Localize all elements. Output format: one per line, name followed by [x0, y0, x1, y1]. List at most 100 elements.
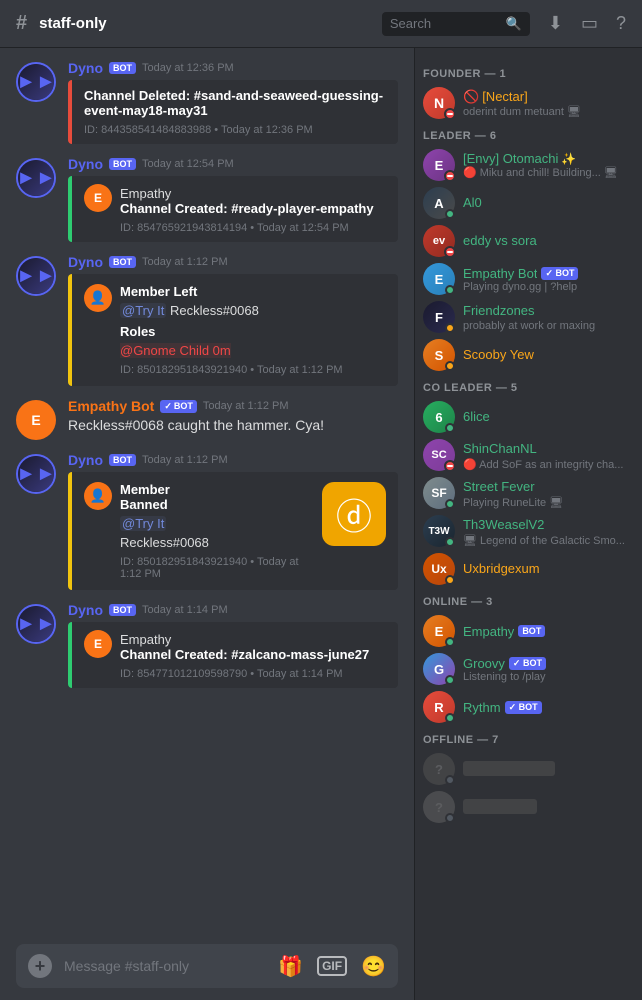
member-info: Empathy BOT [463, 624, 634, 639]
sidebar-member[interactable]: R Rythm ✓ BOT [415, 688, 642, 726]
sidebar-member[interactable]: G Groovy ✓ BOT Listening to /play [415, 650, 642, 688]
members-sidebar: FOUNDER — 1 N 🚫 [Nectar] oderint dum met… [414, 48, 642, 1000]
member-avatar-wrap: ev [423, 225, 455, 257]
download-icon[interactable]: ⬇ [548, 13, 563, 34]
message-author[interactable]: Dyno [68, 156, 103, 172]
embed-label: Empathy [120, 632, 386, 647]
embed-event-title: Member Left [120, 284, 386, 299]
sidebar-member[interactable]: T3W Th3WeaselV2 🖥 Legend of the Galactic… [415, 512, 642, 550]
message-header: Dyno BOT Today at 1:12 PM [68, 452, 398, 468]
gif-button[interactable]: GIF [317, 956, 347, 976]
message-content: Dyno BOT Today at 12:54 PM E Empathy Cha… [68, 156, 398, 242]
message-content: Dyno BOT Today at 12:36 PM Channel Delet… [68, 60, 398, 144]
message-author[interactable]: Dyno [68, 602, 103, 618]
message-author[interactable]: Empathy Bot [68, 398, 154, 414]
sidebar-section-header: ONLINE — 3 [415, 588, 642, 612]
member-activity: Playing dyno.gg | ?help [463, 281, 634, 293]
sidebar-member[interactable]: SC ShinChanNL 🔴 Add SoF as an integrity … [415, 436, 642, 474]
sidebar-member[interactable]: E Empathy BOT [415, 612, 642, 650]
member-avatar-wrap: Ux [423, 553, 455, 585]
message-author[interactable]: Dyno [68, 254, 103, 270]
status-online-indicator [445, 537, 455, 547]
member-info: Th3WeaselV2 🖥 Legend of the Galactic Smo… [463, 516, 634, 547]
sidebar-member[interactable]: SF Street Fever Playing RuneLite 🖥 [415, 474, 642, 512]
sidebar-member[interactable]: A Al0 [415, 184, 642, 222]
status-offline-indicator [445, 813, 455, 823]
embed-inner: 👤 Member Left @Try It Reckless#0068 Role… [84, 284, 386, 376]
member-info: Friendzones probably at work or maxing [463, 302, 634, 332]
status-idle-indicator [445, 361, 455, 371]
status-idle-indicator [445, 575, 455, 585]
member-name: ██████████ [463, 761, 555, 776]
topbar: # staff-only 🔍 ⬇ ▭ ? [0, 0, 642, 48]
embed-id: ID: 854765921943814194 • Today at 12:54 … [120, 222, 386, 234]
sidebar-member[interactable]: 6 6lice [415, 398, 642, 436]
status-dnd-icon [444, 108, 456, 120]
message-header: Dyno BOT Today at 1:14 PM [68, 602, 398, 618]
status-offline-indicator [445, 775, 455, 785]
member-avatar-wrap: E [423, 149, 455, 181]
member-avatar-wrap: F [423, 301, 455, 333]
sidebar-member[interactable]: F Friendzones probably at work or maxing [415, 298, 642, 336]
member-info: ShinChanNL 🔴 Add SoF as an integrity cha… [463, 440, 634, 471]
sidebar-member[interactable]: N 🚫 [Nectar] oderint dum metuant 🖥 [415, 84, 642, 122]
help-icon[interactable]: ? [616, 13, 626, 34]
embed-event-title: MemberBanned [120, 482, 314, 512]
message-time: Today at 1:14 PM [142, 604, 228, 616]
search-input[interactable] [390, 16, 500, 31]
message-content: Dyno BOT Today at 1:12 PM 👤 Member Left [68, 254, 398, 386]
sidebar-member[interactable]: ? ██████████ [415, 750, 642, 788]
member-avatar-wrap: G [423, 653, 455, 685]
member-name: [Nectar] [482, 89, 528, 104]
message-input-inner: + Message #staff-only 🎁 GIF 😊 [16, 944, 398, 988]
message-time: Today at 1:12 PM [142, 454, 228, 466]
message-group: ►► Dyno BOT Today at 12:54 PM E [0, 152, 414, 246]
member-name: ShinChanNL [463, 441, 537, 456]
sidebar-member[interactable]: ev eddy vs sora [415, 222, 642, 260]
sidebar-member[interactable]: Ux Uxbridgexum [415, 550, 642, 588]
add-attachment-button[interactable]: + [28, 954, 52, 978]
member-avatar-wrap: E [423, 263, 455, 295]
message-author[interactable]: Dyno [68, 60, 103, 76]
member-activity: Listening to /play [463, 671, 634, 683]
sidebar-member[interactable]: ? ████████ [415, 788, 642, 826]
message-author[interactable]: Dyno [68, 452, 103, 468]
message-header: Empathy Bot ✓ BOT Today at 1:12 PM [68, 398, 398, 414]
discord-logo: ⓓ [322, 482, 386, 546]
avatar: E [16, 400, 56, 440]
embed-avatar: E [84, 630, 112, 658]
channel-name: staff-only [39, 15, 107, 32]
member-avatar-wrap: T3W [423, 515, 455, 547]
chat-area: ►► Dyno BOT Today at 12:36 PM Channel De… [0, 48, 414, 1000]
message-time: Today at 1:12 PM [203, 400, 289, 412]
member-name: Friendzones [463, 303, 535, 318]
avatar-letter: E [31, 412, 40, 428]
gift-icon[interactable]: 🎁 [278, 954, 303, 979]
member-avatar-wrap: N [423, 87, 455, 119]
message-placeholder[interactable]: Message #staff-only [64, 958, 266, 974]
member-info: Al0 [463, 194, 634, 212]
embed-mention: @Try It [120, 516, 166, 531]
dyno-arrow-icon: ►► [16, 463, 56, 486]
status-dnd-icon [444, 170, 456, 182]
bot-badge: BOT [518, 625, 545, 637]
member-avatar-wrap: ? [423, 791, 455, 823]
member-info: ████████ [463, 798, 634, 816]
member-name: ████████ [463, 799, 537, 814]
member-name: Groovy [463, 656, 505, 671]
embed-card: 👤 MemberBanned @Try It Reckless#0068 [68, 472, 398, 590]
dyno-arrow-icon: ►► [16, 613, 56, 636]
search-bar[interactable]: 🔍 [382, 12, 530, 36]
member-name: Street Fever [463, 479, 535, 494]
sidebar-member[interactable]: E [Envy] Otomachi ✨ 🔴 Miku and chill! Bu… [415, 146, 642, 184]
sidebar-member[interactable]: E Empathy Bot ✓ BOT Playing dyno.gg | ?h… [415, 260, 642, 298]
member-info: ██████████ [463, 760, 634, 778]
bot-badge: BOT [109, 454, 136, 466]
input-actions: 🎁 GIF 😊 [278, 954, 386, 979]
emoji-icon[interactable]: 😊 [361, 954, 386, 979]
sidebar-member[interactable]: S Scooby Yew [415, 336, 642, 374]
dyno-arrow-icon: ►► [16, 71, 56, 94]
member-name: eddy vs sora [463, 233, 537, 248]
monitor-icon[interactable]: ▭ [581, 13, 598, 34]
embed-avatar: E [84, 184, 112, 212]
